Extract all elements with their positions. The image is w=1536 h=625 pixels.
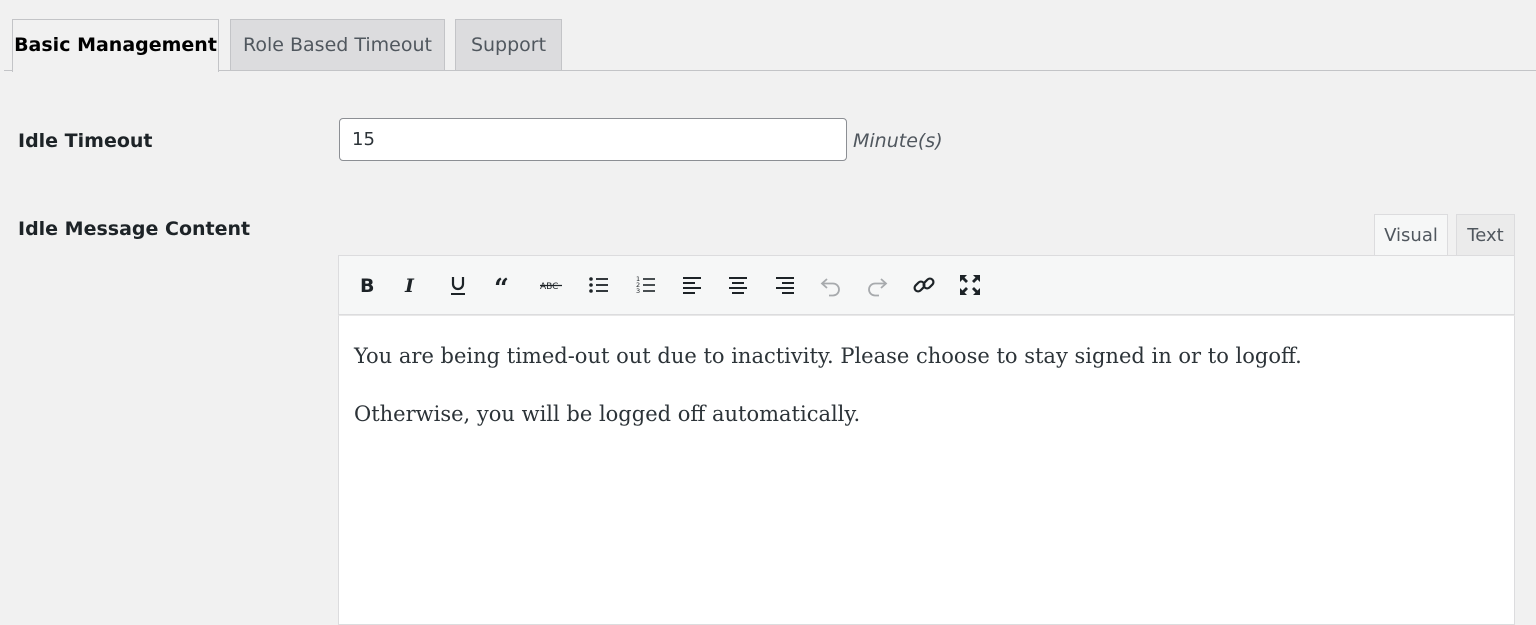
svg-text:“: “	[494, 274, 509, 297]
strikethrough-icon[interactable]: ABC	[536, 270, 566, 300]
message-editor[interactable]: You are being timed-out out due to inact…	[338, 315, 1515, 625]
blockquote-icon[interactable]: “	[490, 270, 520, 300]
tab-basic-management[interactable]: Basic Management	[12, 19, 219, 72]
tab-text[interactable]: Text	[1456, 214, 1515, 255]
editor-toolbar: B I “ ABC 123	[338, 255, 1515, 315]
svg-text:ABC: ABC	[540, 282, 558, 292]
fullscreen-icon[interactable]	[955, 270, 985, 300]
svg-text:B: B	[360, 275, 374, 297]
italic-icon[interactable]: I	[396, 270, 426, 300]
idle-message-label: Idle Message Content	[18, 218, 251, 240]
underline-icon[interactable]	[443, 270, 473, 300]
numbered-list-icon[interactable]: 123	[631, 270, 661, 300]
redo-icon[interactable]	[862, 270, 892, 300]
tab-divider	[4, 70, 1536, 71]
idle-timeout-input[interactable]	[339, 118, 847, 161]
align-left-icon[interactable]	[677, 270, 707, 300]
idle-timeout-label: Idle Timeout	[18, 130, 153, 152]
tab-support[interactable]: Support	[455, 19, 562, 70]
link-icon[interactable]	[909, 270, 939, 300]
bold-icon[interactable]: B	[352, 270, 382, 300]
undo-icon[interactable]	[816, 270, 846, 300]
bullet-list-icon[interactable]	[584, 270, 614, 300]
align-center-icon[interactable]	[723, 270, 753, 300]
svg-text:3: 3	[636, 287, 640, 295]
message-paragraph: Otherwise, you will be logged off automa…	[354, 402, 861, 426]
svg-text:I: I	[404, 275, 415, 297]
tab-bar: Basic Management Role Based Timeout Supp…	[0, 0, 1536, 72]
tab-visual[interactable]: Visual	[1374, 214, 1448, 255]
align-right-icon[interactable]	[770, 270, 800, 300]
idle-timeout-unit: Minute(s)	[853, 130, 943, 152]
message-paragraph: You are being timed-out out due to inact…	[354, 344, 1302, 368]
tab-role-based-timeout[interactable]: Role Based Timeout	[230, 19, 445, 70]
